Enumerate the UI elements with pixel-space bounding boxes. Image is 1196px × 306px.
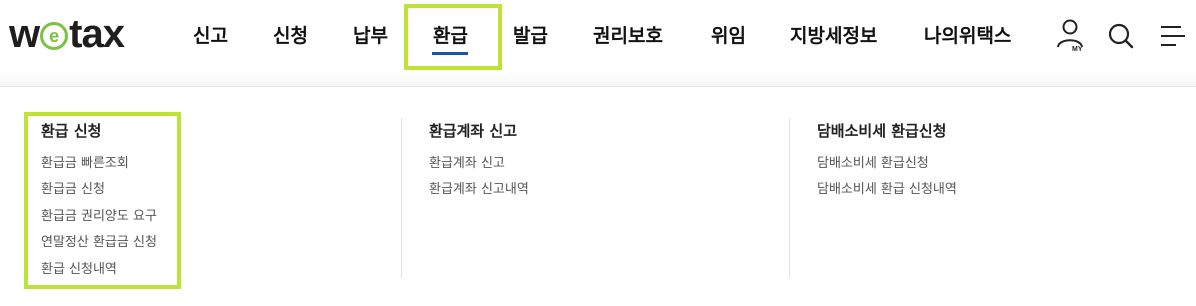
nav-item-refund[interactable]: 환급 bbox=[433, 22, 468, 50]
link-refund-account-history[interactable]: 환급계좌 신고내역 bbox=[429, 181, 529, 199]
logo-e: e bbox=[49, 26, 60, 46]
my-page-button[interactable]: MY bbox=[1055, 16, 1089, 54]
nav-active-underline bbox=[432, 52, 468, 55]
menu-icon bbox=[1161, 26, 1185, 46]
nav-item-issuance[interactable]: 발급 bbox=[513, 22, 548, 50]
link-tobacco-refund-history[interactable]: 담배소비세 환급 신청내역 bbox=[817, 181, 957, 199]
group-title-refund-account[interactable]: 환급계좌 신고 bbox=[429, 121, 517, 141]
column-divider bbox=[401, 118, 402, 278]
link-year-end-refund-apply[interactable]: 연말정산 환급금 신청 bbox=[41, 234, 157, 252]
nav-item-report[interactable]: 신고 bbox=[193, 22, 228, 50]
link-refund-apply-history[interactable]: 환급 신청내역 bbox=[41, 261, 117, 279]
menu-button[interactable] bbox=[1158, 24, 1188, 50]
link-refund-quick-lookup[interactable]: 환급금 빠른조회 bbox=[41, 155, 129, 173]
nav-item-my-wetax[interactable]: 나의위택스 bbox=[924, 22, 1011, 50]
wetax-logo[interactable]: w e tax bbox=[9, 12, 125, 56]
link-refund-apply[interactable]: 환급금 신청 bbox=[41, 181, 105, 199]
column-divider bbox=[789, 118, 790, 278]
user-icon: MY bbox=[1057, 19, 1083, 53]
search-button[interactable] bbox=[1107, 22, 1135, 50]
nav-item-payment[interactable]: 납부 bbox=[353, 22, 388, 50]
link-refund-rights-transfer[interactable]: 환급금 권리양도 요구 bbox=[41, 208, 157, 226]
logo-w: w bbox=[9, 12, 40, 56]
logo-tax: tax bbox=[69, 12, 125, 56]
link-tobacco-refund-apply[interactable]: 담배소비세 환급신청 bbox=[817, 155, 929, 173]
site-header: w e tax 신고 신청 납부 환급 발급 권리보호 위임 지방세정보 나의위… bbox=[0, 0, 1196, 86]
search-icon bbox=[1108, 23, 1134, 49]
nav-item-rights-protection[interactable]: 권리보호 bbox=[593, 22, 663, 50]
group-title-refund-apply[interactable]: 환급 신청 bbox=[41, 121, 101, 141]
logo-e-circle: e bbox=[40, 22, 69, 50]
nav-item-delegation[interactable]: 위임 bbox=[711, 22, 746, 50]
nav-item-apply[interactable]: 신청 bbox=[273, 22, 308, 50]
nav-item-local-tax-info[interactable]: 지방세정보 bbox=[790, 22, 877, 50]
my-label: MY bbox=[1072, 46, 1083, 53]
link-refund-account-report[interactable]: 환급계좌 신고 bbox=[429, 155, 505, 173]
group-title-tobacco-refund[interactable]: 담배소비세 환급신청 bbox=[817, 121, 946, 141]
